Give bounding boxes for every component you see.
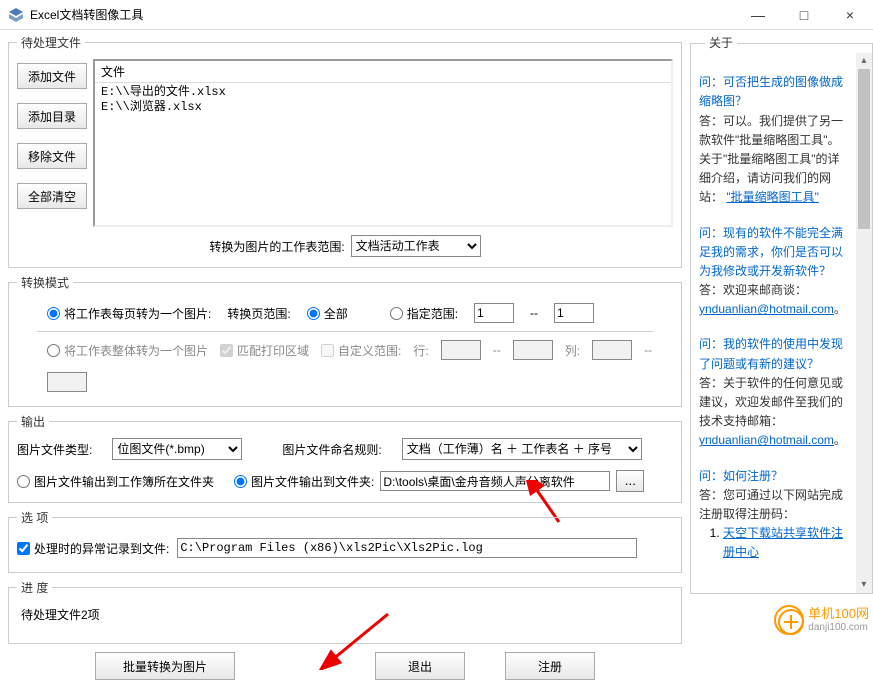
- per-page-radio[interactable]: 将工作表每页转为一个图片:: [47, 305, 211, 322]
- match-print-check: 匹配打印区域: [220, 342, 309, 359]
- file-list-header: 文件: [95, 61, 671, 83]
- faq-a3: 答：关于软件的任何意见或建议，欢迎发邮件至我们的技术支持邮箱：: [699, 376, 843, 428]
- output-workbook-dir-radio[interactable]: 图片文件输出到工作簿所在文件夹: [17, 473, 214, 490]
- range-to-input[interactable]: [554, 303, 594, 323]
- options-group: 选 项 处理时的异常记录到文件:: [8, 509, 682, 573]
- remove-file-button[interactable]: 移除文件: [17, 143, 87, 169]
- naming-select[interactable]: 文档（工作薄）名 ＋ 工作表名 ＋ 序号: [402, 438, 642, 460]
- custom-range-check: 自定义范围:: [321, 342, 401, 359]
- email-link-1[interactable]: ynduanlian@hotmail.com: [699, 302, 834, 316]
- col-label: 列:: [565, 342, 580, 359]
- app-icon: [8, 7, 24, 23]
- row-label: 行:: [413, 342, 428, 359]
- c2-input: [47, 372, 87, 392]
- faq-q1: 问：可否把生成的图像做成缩略图？: [699, 73, 846, 111]
- pending-legend: 待处理文件: [17, 34, 85, 51]
- all-pages-radio[interactable]: 全部: [307, 305, 348, 322]
- output-folder-radio[interactable]: 图片文件输出到文件夹:: [234, 473, 374, 490]
- register-button[interactable]: 注册: [505, 652, 595, 680]
- file-row: E:\\浏览器.xlsx: [101, 100, 202, 114]
- file-list[interactable]: 文件 E:\\导出的文件.xlsx E:\\浏览器.xlsx: [93, 59, 673, 227]
- log-check[interactable]: 处理时的异常记录到文件:: [17, 540, 169, 557]
- reg-link-1[interactable]: 天空下载站共享软件注册中心: [723, 526, 843, 559]
- minimize-button[interactable]: —: [735, 0, 781, 30]
- faq-a2: 答：欢迎来邮商谈：: [699, 283, 807, 297]
- about-group: 关于 问：可否把生成的图像做成缩略图？ 答：可以。我们提供了另一款软件"批量缩略…: [690, 34, 873, 594]
- filetype-select[interactable]: 位图文件(*.bmp): [112, 438, 242, 460]
- faq-a4: 答：您可通过以下网站完成注册取得注册码：: [699, 488, 843, 521]
- email-link-2[interactable]: ynduanlian@hotmail.com: [699, 433, 834, 447]
- faq-q4: 问：如何注册？: [699, 467, 846, 486]
- range-from-input[interactable]: [474, 303, 514, 323]
- pending-group: 待处理文件 添加文件 添加目录 移除文件 全部清空 文件 E:\\导出的文件.x…: [8, 34, 682, 268]
- r1-input: [441, 340, 481, 360]
- output-legend: 输出: [17, 413, 49, 430]
- options-legend: 选 项: [17, 509, 52, 526]
- titlebar: Excel文档转图像工具 — □ ×: [0, 0, 873, 30]
- progress-text: 待处理文件2项: [17, 604, 673, 633]
- scrollbar-thumb[interactable]: [858, 69, 870, 229]
- log-path-input[interactable]: [177, 538, 637, 558]
- clear-all-button[interactable]: 全部清空: [17, 183, 87, 209]
- mode-legend: 转换模式: [17, 274, 73, 291]
- exit-button[interactable]: 退出: [375, 652, 465, 680]
- maximize-button[interactable]: □: [781, 0, 827, 30]
- mode-group: 转换模式 将工作表每页转为一个图片: 转换页范围: 全部 指定范围: --: [8, 274, 682, 407]
- faq-q2: 问：现有的软件不能完全满足我的需求，你们是否可以为我修改或开发新软件？: [699, 224, 846, 282]
- about-scrollbar[interactable]: ▴ ▾: [856, 53, 872, 593]
- filetype-label: 图片文件类型:: [17, 441, 92, 458]
- convert-button[interactable]: 批量转换为图片: [95, 652, 235, 680]
- output-folder-path[interactable]: [380, 471, 610, 491]
- add-file-button[interactable]: 添加文件: [17, 63, 87, 89]
- c1-input: [592, 340, 632, 360]
- about-legend: 关于: [705, 34, 737, 53]
- range-dash: --: [530, 306, 538, 320]
- scroll-down-icon[interactable]: ▾: [856, 577, 872, 593]
- output-group: 输出 图片文件类型: 位图文件(*.bmp) 图片文件命名规则: 文档（工作薄）…: [8, 413, 682, 503]
- specific-range-radio[interactable]: 指定范围:: [390, 305, 458, 322]
- add-dir-button[interactable]: 添加目录: [17, 103, 87, 129]
- progress-group: 进 度 待处理文件2项: [8, 579, 682, 644]
- page-range-label: 转换页范围:: [227, 305, 290, 322]
- file-list-body: E:\\导出的文件.xlsx E:\\浏览器.xlsx: [95, 83, 671, 117]
- window-title: Excel文档转图像工具: [30, 6, 735, 23]
- thumb-tool-link[interactable]: "批量缩略图工具": [726, 190, 819, 204]
- sheet-range-select[interactable]: 文档活动工作表: [351, 235, 481, 257]
- sheet-range-label: 转换为图片的工作表范围:: [209, 238, 344, 255]
- progress-legend: 进 度: [17, 579, 52, 596]
- scroll-up-icon[interactable]: ▴: [856, 53, 872, 69]
- close-button[interactable]: ×: [827, 0, 873, 30]
- file-row: E:\\导出的文件.xlsx: [101, 85, 226, 99]
- faq-q3: 问：我的软件的使用中发现了问题或有新的建议？: [699, 335, 846, 373]
- naming-label: 图片文件命名规则:: [282, 441, 381, 458]
- browse-button[interactable]: ...: [616, 470, 644, 492]
- whole-sheet-radio[interactable]: 将工作表整体转为一个图片: [47, 342, 208, 359]
- r2-input: [513, 340, 553, 360]
